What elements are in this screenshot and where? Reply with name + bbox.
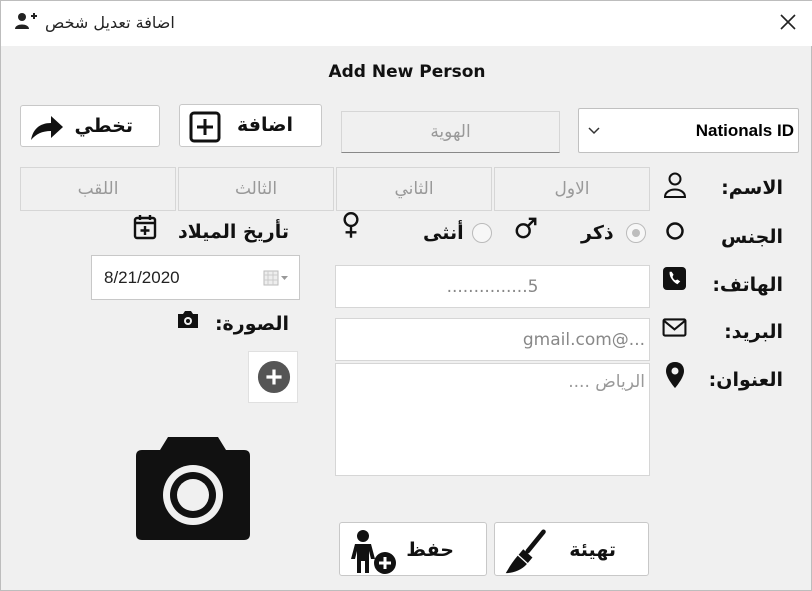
second-name-input[interactable]: الثاني xyxy=(336,167,492,211)
female-radio[interactable] xyxy=(472,223,492,243)
email-input[interactable]: gmail.com@... xyxy=(335,318,650,361)
broom-icon xyxy=(505,529,546,574)
save-button-label: حفظ xyxy=(406,539,454,561)
female-label: أنثى xyxy=(423,222,464,244)
photo-placeholder-camera-icon xyxy=(136,437,250,540)
form-heading: Add New Person xyxy=(328,62,486,82)
birth-date-label: تأريخ الميلاد xyxy=(178,221,289,243)
birth-date-value: 8/21/2020 xyxy=(104,268,180,287)
title-bar: اضافة تعديل شخص xyxy=(1,1,812,46)
add-button[interactable]: اضافة xyxy=(179,104,322,147)
phone-placeholder: 5............... xyxy=(446,276,539,297)
envelope-icon xyxy=(662,318,687,337)
phone-input[interactable]: 5............... xyxy=(335,265,650,308)
id-type-value: Nationals ID xyxy=(695,121,794,140)
reset-button[interactable]: تهيئة xyxy=(494,522,649,576)
calendar-plus-icon xyxy=(133,215,157,240)
male-radio[interactable] xyxy=(626,223,646,243)
photo-label: الصورة: xyxy=(214,313,289,335)
last-name-placeholder: اللقب xyxy=(77,179,119,199)
map-pin-icon xyxy=(666,362,684,388)
calendar-dropdown-icon xyxy=(263,270,288,286)
share-arrow-icon xyxy=(31,116,63,140)
id-type-select[interactable]: Nationals ID xyxy=(578,108,799,153)
plus-circle-icon xyxy=(257,360,291,394)
address-label: العنوان: xyxy=(708,369,783,391)
third-name-placeholder: الثالث xyxy=(234,179,278,199)
address-input[interactable]: الرياض .... xyxy=(335,363,650,476)
male-symbol-icon xyxy=(515,217,537,239)
first-name-placeholder: الاول xyxy=(554,179,590,199)
female-symbol-icon xyxy=(343,212,359,238)
last-name-input[interactable]: اللقب xyxy=(20,167,176,211)
reset-button-label: تهيئة xyxy=(569,539,616,561)
male-label: ذكر xyxy=(581,222,614,244)
plus-square-icon xyxy=(189,111,221,143)
email-label: البريد: xyxy=(724,321,783,343)
second-name-placeholder: الثاني xyxy=(394,179,434,199)
third-name-input[interactable]: الثالث xyxy=(178,167,334,211)
birth-date-picker[interactable]: 8/21/2020 xyxy=(91,255,300,300)
window-title: اضافة تعديل شخص xyxy=(45,13,175,32)
first-name-input[interactable]: الاول xyxy=(494,167,650,211)
id-number-placeholder: الهوية xyxy=(430,122,471,142)
phone-label: الهاتف: xyxy=(712,274,783,296)
add-button-label: اضافة xyxy=(237,114,293,136)
camera-icon xyxy=(178,311,198,328)
gender-label: الجنس xyxy=(721,226,783,248)
id-number-input[interactable]: الهوية xyxy=(341,111,560,153)
add-person-icon xyxy=(15,13,37,29)
name-label: الاسم: xyxy=(721,177,783,199)
save-button[interactable]: حفظ xyxy=(339,522,487,576)
address-placeholder: الرياض .... xyxy=(568,372,645,392)
user-icon xyxy=(663,172,687,198)
skip-button-label: تخطي xyxy=(74,115,133,137)
phone-icon xyxy=(663,267,686,290)
email-placeholder: gmail.com@... xyxy=(522,329,645,350)
circle-icon xyxy=(666,222,684,240)
add-edit-person-window: اضافة تعديل شخص Add New Person تخطي اضاف… xyxy=(0,0,812,591)
person-add-icon xyxy=(351,530,396,574)
chevron-down-icon xyxy=(588,127,600,135)
add-photo-button[interactable] xyxy=(248,351,298,403)
skip-button[interactable]: تخطي xyxy=(20,105,160,147)
close-icon[interactable] xyxy=(777,11,799,33)
